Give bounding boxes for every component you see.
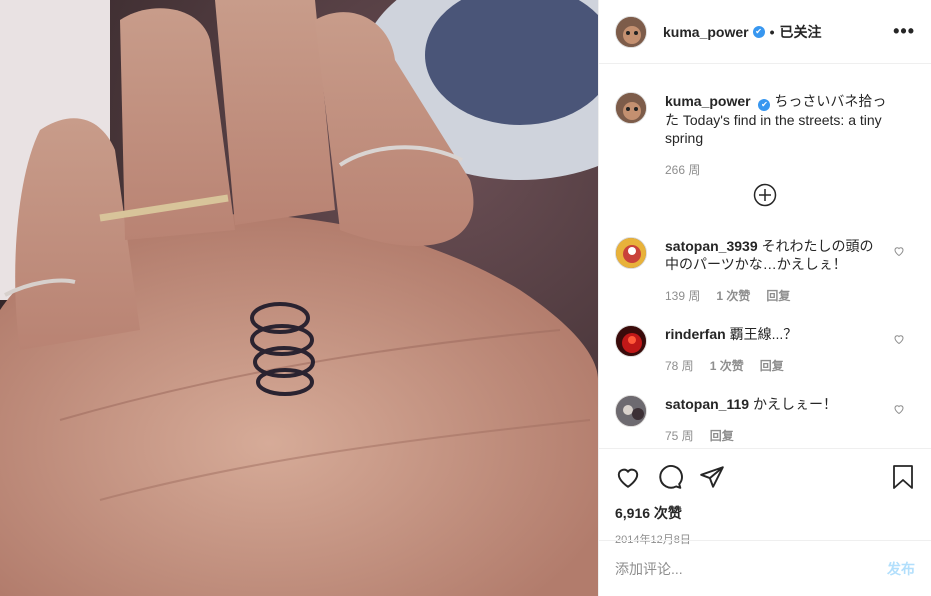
reply-button[interactable]: 回复	[710, 427, 734, 445]
heart-icon[interactable]	[893, 333, 905, 345]
heart-icon[interactable]	[893, 403, 905, 415]
bookmark-icon[interactable]	[891, 464, 915, 490]
author-avatar[interactable]	[615, 15, 647, 48]
reply-button[interactable]: 回复	[766, 287, 790, 305]
comment-time[interactable]: 78 周	[665, 357, 694, 375]
comment-text: 覇王線...？	[729, 326, 798, 342]
author-username[interactable]: kuma_power	[663, 24, 749, 40]
commenter-avatar[interactable]	[615, 325, 647, 357]
following-button[interactable]: 已关注	[780, 22, 822, 42]
post-side-panel: kuma_power ✔ • 已关注 ••• kuma_power ✔ ちっさい…	[598, 0, 931, 596]
comment-text: かえしぇー！	[752, 396, 837, 412]
commenter-avatar[interactable]	[615, 395, 647, 427]
comment-input[interactable]	[615, 560, 887, 577]
comments-list[interactable]: kuma_power ✔ ちっさいバネ拾った Today's find in t…	[599, 65, 931, 448]
caption-avatar[interactable]	[615, 92, 647, 124]
comment-username[interactable]: satopan_119	[665, 396, 749, 412]
plus-circle-icon[interactable]	[753, 183, 777, 207]
post-photo[interactable]	[0, 0, 598, 596]
likes-count[interactable]: 6,916 次赞	[615, 503, 915, 523]
heart-icon[interactable]	[615, 464, 641, 490]
comment-time[interactable]: 139 周	[665, 287, 700, 305]
post-comment-button[interactable]: 发布	[887, 559, 915, 579]
comment-row: rinderfan 覇王線...？ 78 周 1 次赞 回复	[615, 325, 915, 375]
separator-dot: •	[769, 23, 775, 40]
verified-badge-icon: ✔	[752, 25, 765, 38]
comment-row: satopan_3939 それわたしの頭の中のパーツかな…かえしぇ！ 139 周…	[615, 237, 915, 305]
add-comment-bar: 发布	[599, 540, 931, 596]
post-actions: 6,916 次赞 2014年12月8日	[599, 448, 931, 547]
reply-button[interactable]: 回复	[760, 357, 784, 375]
post-header: kuma_power ✔ • 已关注 •••	[599, 0, 931, 64]
comment-likes[interactable]: 1 次赞	[716, 287, 750, 305]
comment-username[interactable]: satopan_3939	[665, 238, 758, 254]
commenter-avatar[interactable]	[615, 237, 647, 269]
comment-likes[interactable]: 1 次赞	[710, 357, 744, 375]
caption-time[interactable]: 266 周	[665, 161, 700, 179]
comment-username[interactable]: rinderfan	[665, 326, 726, 342]
comment-icon[interactable]	[657, 464, 683, 490]
more-options-icon[interactable]: •••	[893, 21, 915, 42]
send-icon[interactable]	[699, 464, 725, 490]
heart-icon[interactable]	[893, 245, 905, 257]
caption-verified-icon: ✔	[758, 99, 771, 111]
caption-username[interactable]: kuma_power	[665, 93, 751, 109]
photo-hand-spring	[0, 0, 598, 596]
comment-row: satopan_119 かえしぇー！ 75 周 回复	[615, 395, 915, 445]
comment-time[interactable]: 75 周	[665, 427, 694, 445]
caption-row: kuma_power ✔ ちっさいバネ拾った Today's find in t…	[615, 92, 915, 179]
